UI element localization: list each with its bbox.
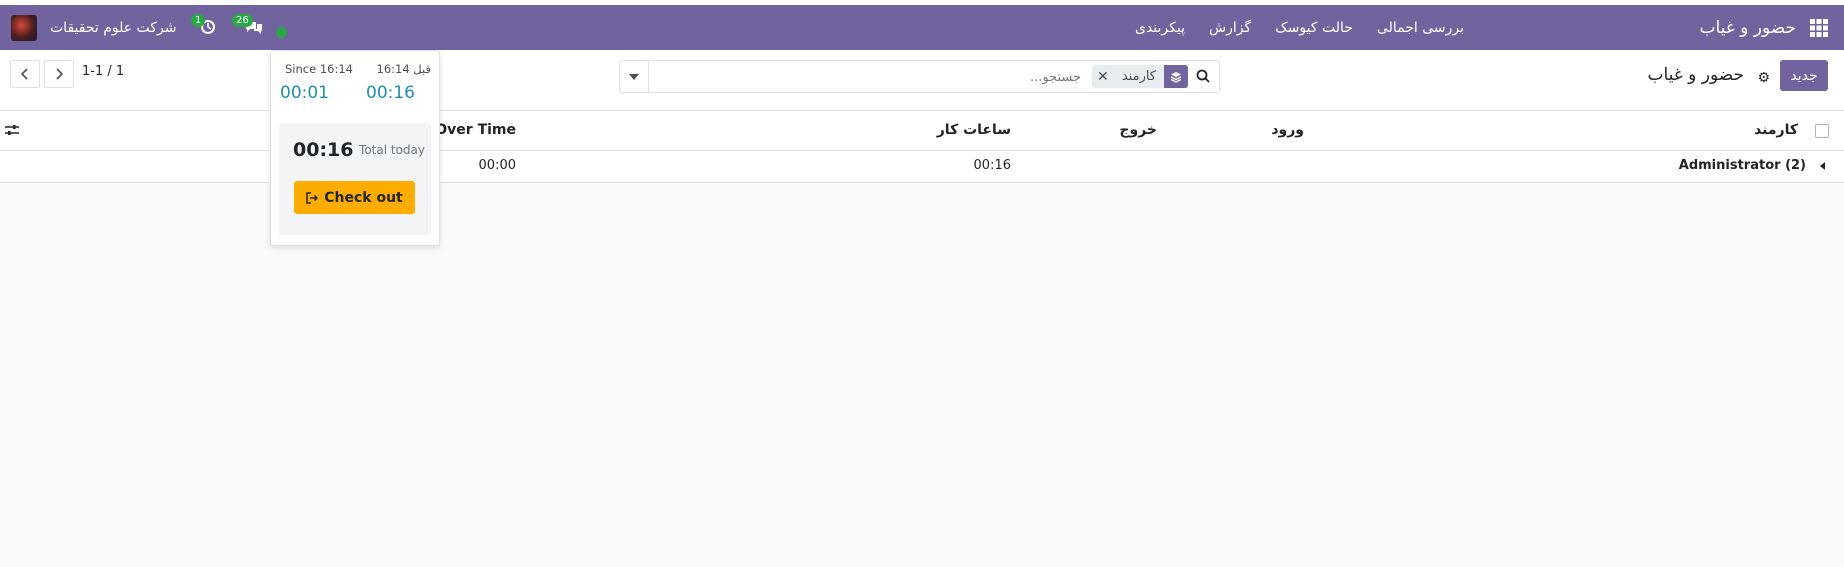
facet-label: کارمند	[1121, 69, 1156, 84]
search-options-toggle[interactable]	[620, 61, 649, 92]
sign-out-icon	[306, 191, 319, 204]
page-title: حضور و غیاب	[1647, 65, 1744, 85]
total-today-value: 00:16	[293, 139, 354, 161]
user-avatar[interactable]	[11, 15, 37, 41]
remove-facet-icon[interactable]: ✕	[1092, 65, 1114, 88]
top-menu: پیکربندی گزارش حالت کیوسک بررسی اجمالی	[1135, 5, 1464, 50]
total-today-label: Total today	[359, 143, 425, 157]
chevron-left-icon	[21, 68, 28, 80]
menu-item-configuration[interactable]: پیکربندی	[1135, 20, 1185, 36]
menu-item-reporting[interactable]: گزارش	[1209, 20, 1251, 36]
caret-down-icon	[629, 73, 639, 80]
group-worked-hours: 00:16	[973, 158, 1011, 173]
column-header-check-in[interactable]: ورود	[1271, 122, 1304, 138]
since-value: 00:01	[280, 83, 329, 103]
optional-columns-toggle-icon[interactable]	[5, 124, 19, 140]
before-label: قبل 16:14	[376, 62, 432, 76]
pager-value[interactable]: 1-1 / 1	[82, 64, 124, 79]
before-value: 00:16	[366, 83, 415, 103]
menu-item-overview[interactable]: بررسی اجمالی	[1377, 20, 1464, 36]
menu-item-kiosk-mode[interactable]: حالت کیوسک	[1275, 20, 1353, 36]
pager-next-button[interactable]	[44, 60, 74, 88]
group-by-layers-icon	[1164, 65, 1188, 88]
caret-left-icon	[1820, 162, 1825, 170]
column-header-over-time[interactable]: Over Time	[435, 122, 516, 138]
since-label: Since 16:14	[285, 62, 353, 76]
check-out-button[interactable]: Check out	[294, 181, 415, 214]
search-facet: ✕ کارمند	[1091, 65, 1188, 88]
column-header-check-out[interactable]: خروج	[1119, 122, 1157, 138]
app-title[interactable]: حضور و غیاب	[1700, 5, 1796, 50]
search-icon[interactable]	[1196, 69, 1210, 87]
main-navbar: حضور و غیاب پیکربندی گزارش حالت کیوسک بر…	[0, 5, 1844, 50]
gear-icon[interactable]: ⚙	[1757, 70, 1770, 86]
apps-menu-icon[interactable]	[1810, 5, 1830, 50]
company-switcher[interactable]: شرکت علوم تحقیقات	[50, 5, 176, 50]
attendance-status-dot[interactable]	[276, 27, 287, 38]
pager-previous-button[interactable]	[10, 60, 40, 88]
group-label: Administrator (2)	[1678, 158, 1806, 173]
chevron-right-icon	[56, 68, 63, 80]
column-header-employee[interactable]: کارمند	[1754, 122, 1798, 138]
check-out-label: Check out	[324, 189, 403, 206]
attendance-popover: قبل 16:14 Since 16:14 00:16 00:01 00:16 …	[270, 50, 440, 246]
select-all-checkbox[interactable]	[1815, 124, 1829, 138]
search-bar: ✕ کارمند	[619, 60, 1220, 93]
column-header-worked-hours[interactable]: ساعات کار	[937, 122, 1011, 138]
new-button[interactable]: جدید	[1780, 60, 1828, 91]
today-summary-card: 00:16 Total today Check out	[279, 123, 431, 235]
messages-badge: 26	[232, 14, 253, 27]
group-over-time: 00:00	[478, 158, 516, 173]
search-input[interactable]	[650, 65, 1083, 90]
